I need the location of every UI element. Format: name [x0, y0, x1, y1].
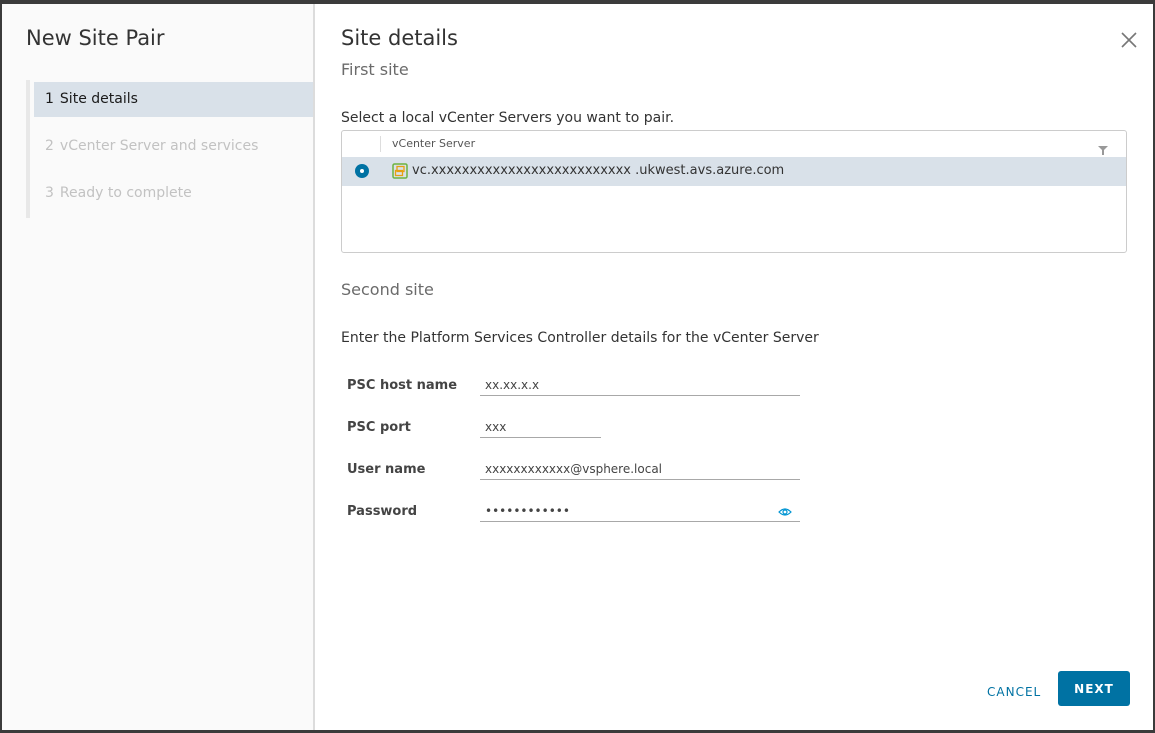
password-field: [480, 500, 800, 522]
vcenter-icon: [392, 163, 408, 179]
psc-port-label: PSC port: [347, 420, 411, 435]
step-number: 1: [45, 91, 54, 107]
filter-icon: [1098, 146, 1108, 155]
page-title: Site details: [341, 26, 458, 50]
step-number: 2: [45, 138, 54, 154]
vcenter-server-grid: vCenter Server vc.xxxxxxxxxxxxxxxxxxxxxx…: [341, 130, 1127, 253]
user-name-label: User name: [347, 462, 426, 477]
close-button[interactable]: [1121, 32, 1137, 48]
step-vcenter-server-and-services[interactable]: 2 vCenter Server and services: [34, 129, 313, 164]
close-icon: [1121, 32, 1137, 48]
grid-header: vCenter Server: [342, 131, 1126, 158]
step-number: 3: [45, 185, 54, 201]
password-row: Password: [347, 500, 807, 534]
step-label: vCenter Server and services: [59, 138, 259, 154]
password-input[interactable]: [480, 500, 800, 522]
cancel-button[interactable]: CANCEL: [981, 674, 1045, 709]
psc-port-input[interactable]: [480, 416, 601, 438]
column-separator: [380, 136, 381, 152]
next-button[interactable]: NEXT: [1058, 671, 1130, 706]
wizard-content: Site details First site Select a local v…: [315, 4, 1153, 730]
psc-host-input[interactable]: [480, 374, 800, 396]
wizard-sidebar: New Site Pair 1 Site details 2 vCenter Ser…: [2, 4, 315, 730]
show-password-button[interactable]: [778, 502, 792, 521]
step-ready-to-complete[interactable]: 3 Ready to complete: [34, 176, 313, 211]
first-site-heading: First site: [341, 60, 409, 79]
wizard-title: New Site Pair: [26, 26, 165, 50]
wizard-steps: 1 Site details 2 vCenter Server and servic…: [26, 80, 317, 218]
user-name-row: User name: [347, 458, 807, 492]
step-label: Site details: [59, 91, 138, 107]
grid-row[interactable]: vc.xxxxxxxxxxxxxxxxxxxxxxxxxx .ukwest.av…: [342, 157, 1126, 186]
column-header-vcenter-server[interactable]: vCenter Server: [392, 137, 475, 150]
step-site-details[interactable]: 1 Site details: [34, 82, 313, 117]
psc-port-row: PSC port: [347, 416, 807, 450]
first-site-instruction: Select a local vCenter Servers you want …: [341, 110, 675, 126]
vcenter-server-name: vc.xxxxxxxxxxxxxxxxxxxxxxxxxx .ukwest.av…: [412, 163, 785, 178]
step-label: Ready to complete: [59, 185, 192, 201]
user-name-input[interactable]: [480, 458, 800, 480]
row-select-radio[interactable]: [355, 164, 369, 178]
new-site-pair-dialog: New Site Pair 1 Site details 2 vCenter Ser…: [2, 4, 1153, 730]
psc-host-row: PSC host name: [347, 374, 807, 408]
password-label: Password: [347, 504, 418, 519]
second-site-heading: Second site: [341, 280, 434, 299]
psc-host-label: PSC host name: [347, 378, 458, 393]
eye-icon: [778, 508, 792, 516]
second-site-instruction: Enter the Platform Services Controller d…: [341, 330, 819, 346]
